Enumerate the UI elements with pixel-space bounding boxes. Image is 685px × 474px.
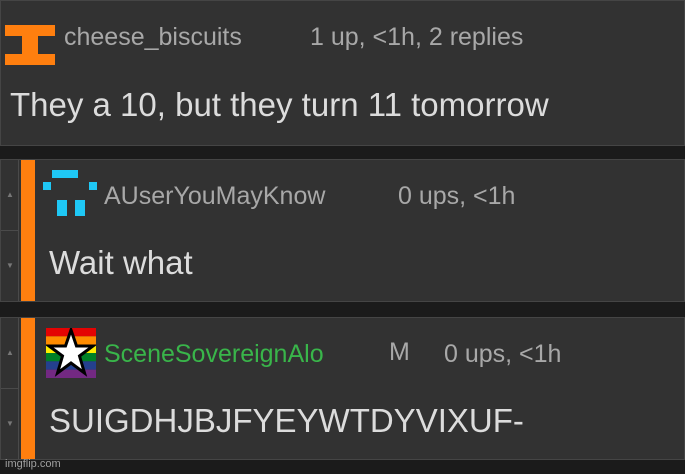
- comment-meta: 1 up, <1h, 2 replies: [310, 23, 524, 51]
- comment-1: cheese_biscuits 1 up, <1h, 2 replies The…: [0, 0, 685, 146]
- username-link[interactable]: AUserYouMayKnow: [104, 182, 325, 211]
- downvote-button[interactable]: ▼: [1, 389, 19, 460]
- comment-2: ▲ ▼ AUserYouMayKnow 0 ups, <1h Wait what: [0, 159, 685, 302]
- rainbow-star-icon[interactable]: [44, 325, 98, 378]
- username-link[interactable]: cheese_biscuits: [64, 23, 242, 52]
- username-link[interactable]: SceneSovereignAlo: [104, 340, 324, 369]
- comment-meta: 0 ups, <1h: [444, 340, 562, 368]
- vote-column: ▲ ▼: [1, 160, 19, 301]
- vote-column: ▲ ▼: [1, 318, 19, 459]
- watermark: imgflip.com: [5, 458, 61, 470]
- upvote-button[interactable]: ▲: [1, 160, 19, 231]
- comment-meta: 0 ups, <1h: [398, 182, 516, 210]
- upvote-button[interactable]: ▲: [1, 318, 19, 389]
- comment-text: Wait what: [49, 244, 193, 281]
- reply-thread-bar: [21, 160, 35, 301]
- comment-text: SUIGDHJBJFYEYWTDYVIXUF-: [49, 402, 524, 439]
- user-avatar-icon[interactable]: [5, 25, 55, 65]
- comment-text: They a 10, but they turn 11 tomorrow: [10, 86, 549, 123]
- downvote-button[interactable]: ▼: [1, 231, 19, 302]
- reply-thread-bar: [21, 318, 35, 459]
- user-avatar-icon[interactable]: [43, 170, 97, 218]
- comment-3: ▲ ▼ SceneSovereignAlo M 0 ups, <1h SUIGD…: [0, 317, 685, 460]
- mod-badge: M: [389, 338, 410, 366]
